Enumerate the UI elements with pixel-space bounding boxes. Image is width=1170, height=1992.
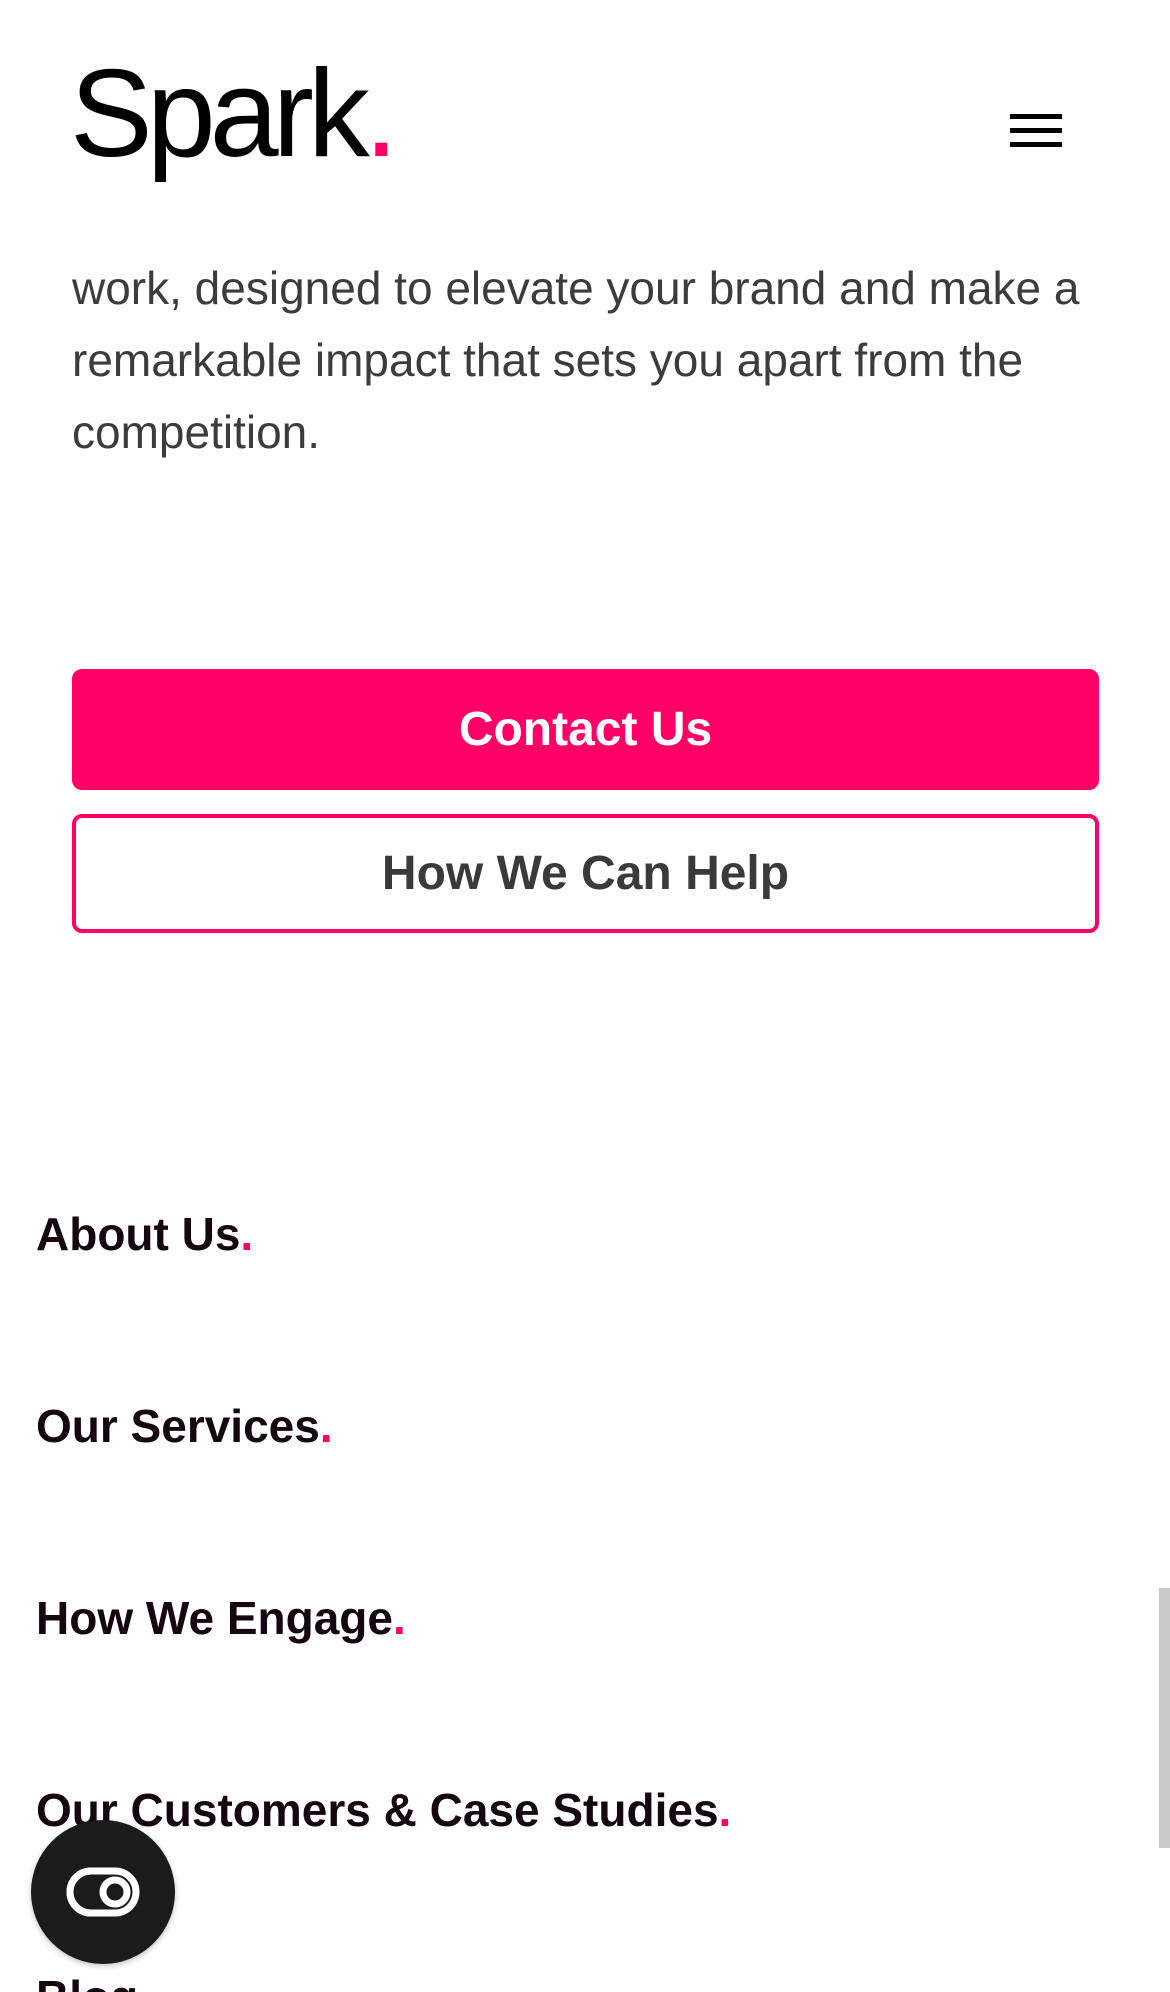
footer-nav: About Us. Our Services. How We Engage. O…: [0, 0, 1170, 1992]
footer-link-label: Blog: [36, 1971, 138, 1992]
accent-dot: .: [240, 1208, 254, 1260]
footer-link-how-we-engage[interactable]: How We Engage.: [36, 1591, 406, 1645]
footer-link-label: Our Customers & Case Studies: [36, 1784, 719, 1836]
accent-dot: .: [319, 1400, 333, 1452]
menu-bar: [1010, 128, 1062, 133]
footer-link-blog[interactable]: Blog.: [36, 1970, 151, 1992]
hamburger-menu-icon[interactable]: [1006, 108, 1066, 154]
accent-dot: .: [392, 1592, 406, 1644]
footer-link-about-us[interactable]: About Us.: [36, 1207, 253, 1261]
logo-text: Spark: [70, 45, 370, 183]
spark-logo[interactable]: Spark.: [70, 52, 398, 176]
site-header: Spark.: [0, 0, 1170, 250]
accessibility-toggle-icon: [66, 1867, 140, 1917]
accent-dot: .: [718, 1784, 732, 1836]
footer-link-customers-case-studies[interactable]: Our Customers & Case Studies.: [36, 1783, 731, 1837]
accessibility-widget-button[interactable]: [31, 1820, 175, 1964]
footer-link-our-services[interactable]: Our Services.: [36, 1399, 333, 1453]
scrollbar-thumb[interactable]: [1159, 1588, 1170, 1848]
footer-link-label: Our Services: [36, 1400, 320, 1452]
footer-link-label: About Us: [36, 1208, 241, 1260]
menu-bar: [1010, 142, 1062, 147]
page: Spark. work, designed to elevate your br…: [0, 0, 1170, 1992]
footer-link-label: How We Engage: [36, 1592, 393, 1644]
accent-dot: .: [138, 1971, 151, 1992]
menu-bar: [1010, 114, 1062, 119]
logo-dot: .: [363, 45, 399, 183]
